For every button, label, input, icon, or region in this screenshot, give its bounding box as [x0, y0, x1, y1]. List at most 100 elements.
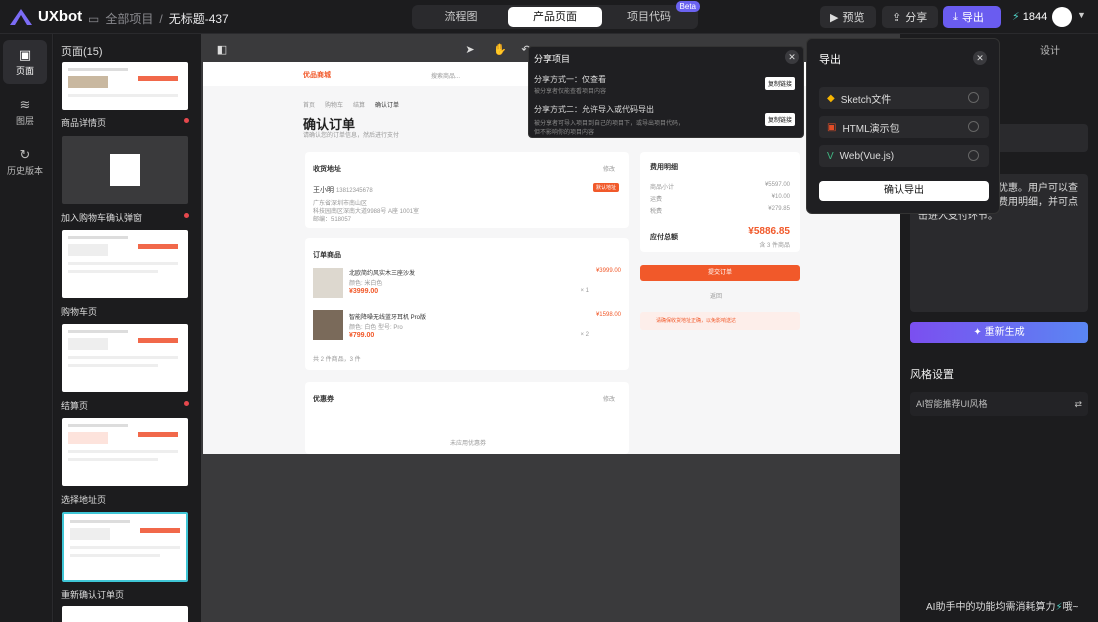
product-qty: × 1: [580, 288, 589, 294]
coupon-edit[interactable]: 修改: [603, 394, 615, 403]
swap-icon[interactable]: ⇄: [1074, 392, 1082, 416]
chevron-down-icon[interactable]: ▼: [1077, 10, 1086, 20]
tab-product-pages[interactable]: 产品页面: [508, 7, 602, 27]
fees-card: 费用明细 商品小计 ¥5597.00 运费 ¥10.00 税费 ¥279.85 …: [640, 152, 800, 252]
default-tag: 默认地址: [592, 183, 619, 192]
page-thumbnail-selected[interactable]: [62, 512, 188, 582]
left-rail: ▣ 页面 ≋ 图层 ↻ 历史版本: [0, 34, 53, 622]
style-select[interactable]: AI智能推荐UI风格 ⇄: [910, 392, 1088, 416]
select-tool-icon[interactable]: ➤: [461, 40, 479, 58]
address-edit[interactable]: 修改: [603, 164, 615, 173]
uxbot-logo-icon: [10, 8, 32, 25]
play-icon: ▶: [830, 11, 839, 24]
pages-title: 页面(15): [61, 46, 103, 58]
export-option-sketch[interactable]: ◆ Sketch文件: [819, 87, 989, 109]
history-icon: ↻: [19, 146, 31, 162]
items-count: 共 2 件商品，3 件: [313, 357, 361, 363]
coupon-heading: 优惠券: [313, 396, 334, 403]
regenerate-button[interactable]: ✦ 重新生成: [910, 322, 1088, 343]
copy-link-button[interactable]: 复制链接: [765, 77, 796, 90]
export-option-html[interactable]: ▣ HTML演示包: [819, 116, 989, 138]
address-heading: 收货地址: [313, 166, 341, 173]
back-link[interactable]: 返回: [710, 291, 722, 300]
share-way2-desc: 被分享者可导入项目到自己的项目下，或导出项目代码，: [534, 121, 685, 127]
option-label: Web(Vue.js): [839, 150, 895, 162]
product-price: ¥799.00: [349, 332, 375, 339]
breadcrumb-current[interactable]: 无标题-437: [169, 10, 229, 27]
address-card: 收货地址 修改 王小明 13812345678 默认地址 广东省深圳市南山区 科…: [305, 152, 629, 228]
product-spec: 颜色: 白色 型号: Pro: [349, 325, 403, 331]
product-price: ¥3999.00: [349, 288, 379, 295]
breadcrumb-separator: /: [159, 11, 163, 26]
pages-panel: 页面(15) 商品详情页 加入购物车确认弹窗 购物车页 结算页 选择地址页 重新…: [54, 34, 201, 622]
page-label[interactable]: 选择地址页: [61, 493, 106, 506]
tab-design[interactable]: 设计: [1040, 42, 1060, 57]
lightning-icon: ⚡: [1012, 11, 1020, 23]
style-value: AI智能推荐UI风格: [916, 399, 988, 409]
product-total: ¥3999.00: [595, 268, 621, 274]
coupon-card: 优惠券 修改 未应用优惠券: [305, 382, 629, 454]
address-phone: 13812345678: [335, 188, 373, 194]
credits-display[interactable]: ⚡ 1844: [1012, 10, 1047, 24]
page-thumbnail[interactable]: [62, 230, 188, 298]
export-option-vue[interactable]: V Web(Vue.js): [819, 145, 989, 167]
fee-value: ¥5597.00: [764, 182, 790, 188]
rail-pages-label: 页面: [15, 65, 34, 76]
page-thumbnail[interactable]: [62, 418, 188, 486]
share-way1-title: 分享方式一：仅查看: [534, 75, 606, 84]
product-image: [313, 268, 343, 298]
preview-button[interactable]: ▶ 预览: [820, 6, 876, 28]
option-label: HTML演示包: [842, 123, 900, 135]
rail-layers[interactable]: ≋ 图层: [3, 90, 47, 134]
page-label[interactable]: 商品详情页: [61, 116, 106, 129]
page-label[interactable]: 加入购物车确认弹窗: [61, 211, 142, 224]
coupon-empty: 未应用优惠券: [450, 441, 487, 447]
shop-search[interactable]: 搜索商品...: [431, 71, 460, 80]
page-thumbnail[interactable]: [62, 324, 188, 392]
share-button[interactable]: ⇪ 分享: [882, 6, 938, 28]
breadcrumb: ▭ 全部项目 / 无标题-437: [88, 10, 229, 27]
fee-value: ¥10.00: [771, 194, 790, 200]
page-thumbnail[interactable]: [62, 62, 188, 110]
rail-pages[interactable]: ▣ 页面: [3, 40, 47, 84]
close-icon[interactable]: ✕: [973, 51, 987, 65]
crumb[interactable]: 购物车: [325, 100, 343, 109]
top-bar: UXbot ▭ 全部项目 / 无标题-437 流程图 产品页面 项目代码 Beta…: [0, 0, 1098, 34]
address-name: 王小明: [313, 187, 334, 194]
copy-link-button[interactable]: 复制链接: [765, 113, 796, 126]
confirm-export-button[interactable]: 确认导出: [819, 181, 989, 201]
tab-project-code[interactable]: 项目代码 Beta: [602, 1, 700, 27]
tab-flowchart[interactable]: 流程图: [414, 7, 508, 27]
avatar[interactable]: [1052, 7, 1072, 27]
submit-order-button[interactable]: 提交订单: [640, 265, 800, 281]
crumb[interactable]: 结算: [353, 100, 365, 109]
page-label[interactable]: 购物车页: [61, 305, 97, 318]
fees-heading: 费用明细: [650, 164, 678, 171]
breadcrumb-all-projects[interactable]: 全部项目: [105, 10, 153, 27]
total-note: 含 3 件商品: [759, 243, 790, 249]
download-icon: ⤓: [953, 10, 958, 23]
fee-value: ¥279.85: [768, 206, 790, 212]
preview-label: 预览: [842, 12, 865, 24]
radio[interactable]: [968, 92, 979, 103]
page-label[interactable]: 重新确认订单页: [61, 588, 124, 601]
page-thumbnail[interactable]: [62, 606, 188, 622]
unread-dot: [184, 213, 189, 218]
radio[interactable]: [968, 121, 979, 132]
crumb[interactable]: 首页: [303, 100, 315, 109]
hand-tool-icon[interactable]: ✋: [491, 40, 509, 58]
sketch-icon: ◆: [827, 92, 835, 104]
close-icon[interactable]: ✕: [785, 50, 799, 64]
app-logo[interactable]: UXbot: [10, 8, 82, 25]
export-button[interactable]: ⤓ 导出: [943, 6, 1001, 28]
collapse-panel-icon[interactable]: ◧: [213, 40, 231, 58]
radio[interactable]: [968, 150, 979, 161]
rail-history[interactable]: ↻ 历史版本: [3, 140, 47, 184]
share-way2-title: 分享方式二：允许导入或代码导出: [534, 105, 654, 114]
items-card: 订单商品 北欧简约风实木三座沙发 颜色: 米白色 ¥3999.00 ¥3999.…: [305, 238, 629, 370]
product-name: 北欧简约风实木三座沙发: [349, 271, 416, 277]
page-label[interactable]: 结算页: [61, 399, 88, 412]
artboard-breadcrumb: 首页 购物车 结算 确认订单: [303, 100, 399, 109]
fee-label: 运费: [650, 197, 663, 203]
page-thumbnail[interactable]: [62, 136, 188, 204]
